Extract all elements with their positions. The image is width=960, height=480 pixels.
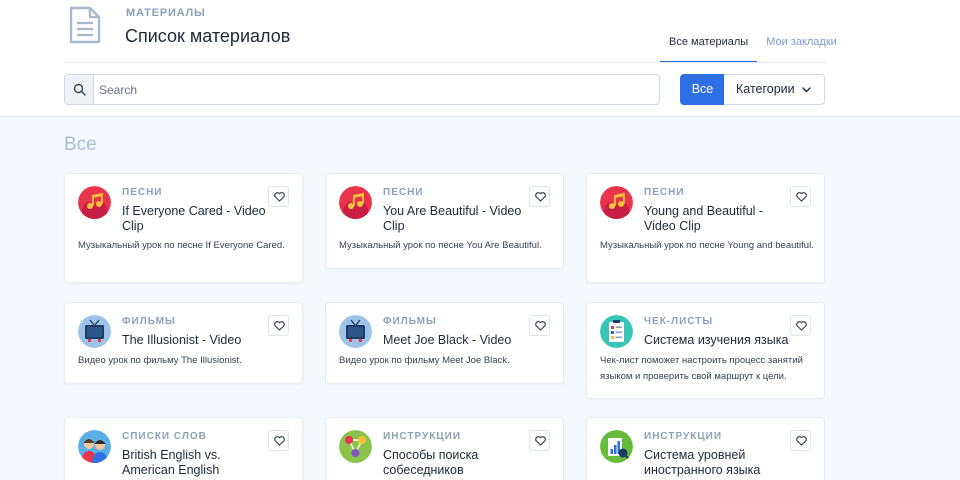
page-overline: МАТЕРИАЛЫ (126, 7, 206, 19)
music-icon (339, 186, 372, 219)
card-category: ФИЛЬМЫ (122, 316, 176, 327)
chevron-down-icon (802, 87, 811, 93)
people-icon (78, 430, 111, 463)
heart-icon (274, 192, 285, 202)
levels-icon (600, 430, 633, 463)
bookmark-button[interactable] (529, 430, 550, 451)
page-header: МАТЕРИАЛЫ Список материалов Все материал… (0, 0, 960, 117)
heart-icon (535, 436, 546, 446)
bookmark-button[interactable] (529, 186, 550, 207)
card-title[interactable]: The Illusionist - Video (122, 333, 272, 348)
card-description: Чек-лист поможет настроить процесс занят… (600, 355, 803, 382)
heart-icon (796, 436, 807, 446)
card-title[interactable]: If Everyone Cared - Video Clip (122, 204, 272, 234)
categories-dropdown-label: Категории (736, 82, 795, 96)
card-category: ИНСТРУКЦИИ (644, 431, 723, 442)
card-description: Музыкальный урок по песне You Are Beauti… (339, 240, 542, 251)
heart-icon (535, 321, 546, 331)
card-category: ПЕСНИ (644, 187, 685, 198)
card-title[interactable]: Meet Joe Black - Video (383, 333, 533, 348)
card-category: ФИЛЬМЫ (383, 316, 437, 327)
filter-all-button[interactable]: Все (680, 74, 725, 105)
section-title: Все (64, 134, 97, 155)
material-card[interactable]: ФИЛЬМЫ Meet Joe Black - Video Видео урок… (325, 302, 564, 384)
bookmark-button[interactable] (790, 315, 811, 336)
card-category: ПЕСНИ (383, 187, 424, 198)
tab-my-bookmarks[interactable]: Мои закладки (757, 36, 846, 63)
material-card[interactable]: ПЕСНИ You Are Beautiful - Video Clip Муз… (325, 173, 564, 269)
music-icon (78, 186, 111, 219)
checklist-icon (600, 315, 633, 348)
heart-icon (274, 436, 285, 446)
card-category: ИНСТРУКЦИИ (383, 431, 462, 442)
card-title[interactable]: You Are Beautiful - Video Clip (383, 204, 533, 234)
card-category: ЧЕК-ЛИСТЫ (644, 316, 714, 327)
heart-icon (796, 321, 807, 331)
material-card[interactable]: ИНСТРУКЦИИ Способы поиска собеседников (325, 417, 564, 480)
tv-icon (339, 315, 372, 348)
music-icon (600, 186, 633, 219)
card-category: СПИСКИ СЛОВ (122, 431, 207, 442)
heart-icon (535, 192, 546, 202)
card-title[interactable]: Young and Beautiful - Video Clip (644, 204, 794, 234)
bookmark-button[interactable] (790, 186, 811, 207)
search-icon (65, 75, 94, 104)
network-icon (339, 430, 372, 463)
card-description: Музыкальный урок по песне Young and beau… (600, 240, 814, 251)
card-title[interactable]: Система изучения языка (644, 333, 794, 348)
search-input[interactable] (95, 75, 659, 104)
material-card[interactable]: ФИЛЬМЫ The Illusionist - Video Видео уро… (64, 302, 303, 384)
tab-all-materials[interactable]: Все материалы (660, 36, 758, 63)
card-title[interactable]: Способы поиска собеседников (383, 448, 533, 478)
divider (64, 62, 826, 63)
search-bar (64, 74, 660, 105)
material-card[interactable]: СПИСКИ СЛОВ British English vs. American… (64, 417, 303, 480)
bookmark-button[interactable] (268, 430, 289, 451)
card-category: ПЕСНИ (122, 187, 163, 198)
tv-icon (78, 315, 111, 348)
tab-bar: Все материалы Мои закладки (660, 36, 846, 63)
categories-dropdown[interactable]: Категории (724, 74, 825, 105)
card-description: Видео урок по фильму Meet Joe Black. (339, 355, 510, 366)
heart-icon (796, 192, 807, 202)
material-card[interactable]: ПЕСНИ If Everyone Cared - Video Clip Муз… (64, 173, 303, 283)
material-card[interactable]: ИНСТРУКЦИИ Система уровней иностранного … (586, 417, 825, 480)
card-title[interactable]: Система уровней иностранного языка (644, 448, 794, 478)
bookmark-button[interactable] (529, 315, 550, 336)
page-title: Список материалов (125, 26, 291, 46)
material-card[interactable]: ПЕСНИ Young and Beautiful - Video Clip М… (586, 173, 825, 283)
document-icon (69, 6, 101, 44)
heart-icon (274, 321, 285, 331)
card-title[interactable]: British English vs. American English (122, 448, 272, 478)
material-card[interactable]: ЧЕК-ЛИСТЫ Система изучения языка Чек-лис… (586, 302, 825, 399)
card-description: Музыкальный урок по песне If Everyone Ca… (78, 240, 285, 251)
bookmark-button[interactable] (268, 186, 289, 207)
bookmark-button[interactable] (790, 430, 811, 451)
bookmark-button[interactable] (268, 315, 289, 336)
card-description: Видео урок по фильму The Illusionist. (78, 355, 242, 366)
